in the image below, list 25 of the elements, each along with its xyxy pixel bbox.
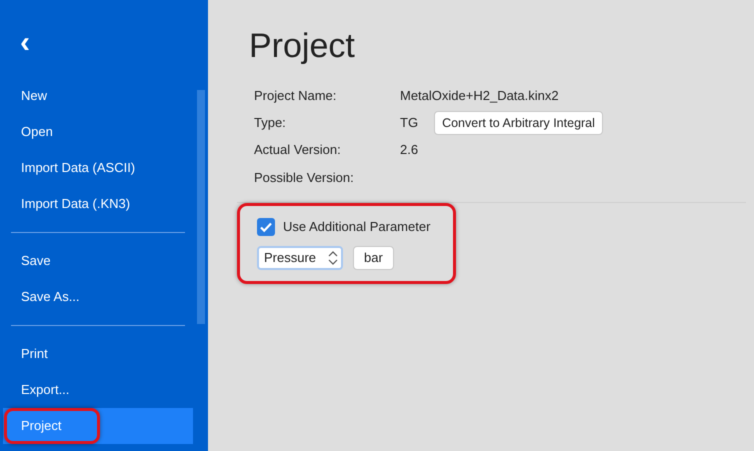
menu-item[interactable]: Project xyxy=(3,408,193,444)
page-title: Project xyxy=(249,26,356,67)
field-value: MetalOxide+H2_Data.kinx2 xyxy=(400,87,559,106)
checkbox-label: Use Additional Parameter xyxy=(283,218,430,236)
menu-item[interactable]: Print xyxy=(3,336,193,372)
menu-item[interactable]: Export... xyxy=(3,372,193,408)
menu-item[interactable]: New xyxy=(3,78,193,114)
field-label: Type: xyxy=(254,114,287,132)
checkbox[interactable] xyxy=(257,218,275,236)
back-button[interactable]: ‹ xyxy=(20,28,42,58)
unit-button[interactable]: bar xyxy=(353,246,394,270)
up-down-icon xyxy=(328,250,338,266)
menu-item[interactable]: Import Data (.KN3) xyxy=(3,186,193,222)
scrollbar[interactable] xyxy=(197,90,205,324)
field-value: 2.6 xyxy=(400,141,418,160)
convert-button[interactable]: Convert to Arbitrary Integral xyxy=(434,111,603,135)
menu-item[interactable]: Import Data (ASCII) xyxy=(3,150,193,186)
field-value: TG xyxy=(400,114,418,132)
menu-item[interactable]: Save xyxy=(3,243,193,279)
field-label: Possible Version: xyxy=(254,169,355,188)
field-label: Actual Version: xyxy=(254,141,342,160)
menu-item[interactable]: Save As... xyxy=(3,279,193,315)
menu-item[interactable]: Open xyxy=(3,114,193,150)
field-label: Project Name: xyxy=(254,87,338,106)
parameter-select[interactable]: Pressure xyxy=(257,246,343,270)
